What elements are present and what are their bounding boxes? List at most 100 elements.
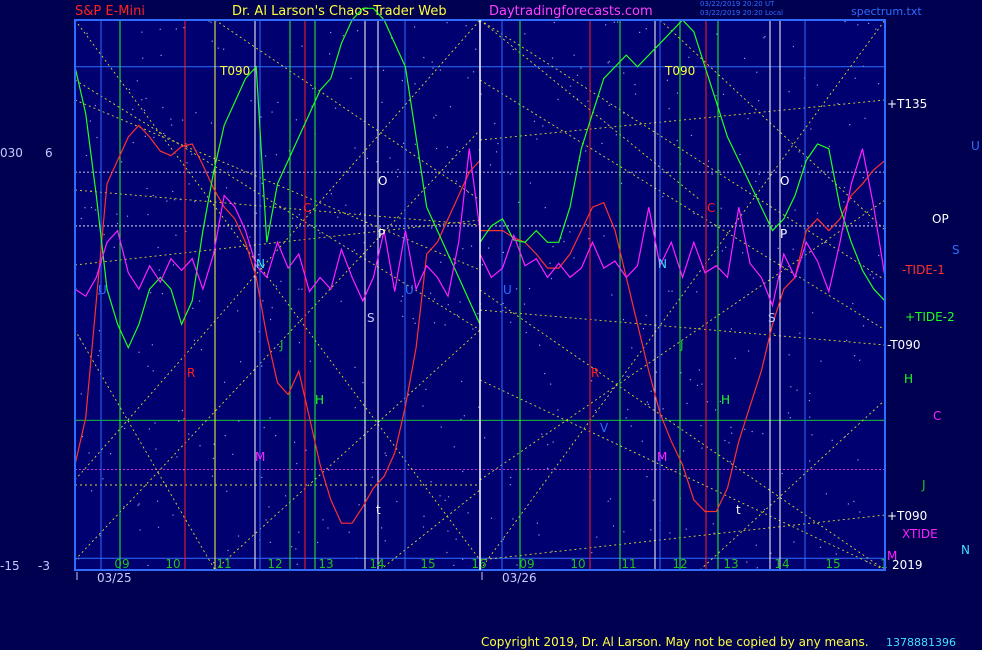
star-dot	[301, 288, 303, 290]
star-dot	[676, 139, 678, 142]
star-dot	[157, 246, 159, 249]
star-dot	[781, 472, 783, 475]
star-dot	[510, 321, 512, 323]
star-dot	[755, 180, 757, 182]
star-dot	[730, 426, 732, 428]
marker-label-o: O	[378, 174, 387, 188]
hour-tick-label: 10	[165, 557, 180, 571]
star-dot	[525, 331, 527, 334]
star-dot	[536, 522, 538, 524]
star-dot	[652, 499, 654, 501]
hour-tick-label: 12	[672, 557, 687, 571]
star-dot	[376, 161, 378, 163]
star-dot	[516, 288, 518, 290]
left-axis-top2-label: 6	[45, 146, 53, 160]
star-dot	[271, 111, 273, 113]
star-dot	[138, 351, 140, 353]
star-dot	[362, 381, 364, 384]
star-dot	[213, 562, 215, 564]
marker-label-r: R	[591, 366, 599, 380]
star-dot	[650, 390, 652, 392]
star-dot	[151, 344, 153, 346]
star-dot	[329, 53, 331, 55]
marker-label-h: H	[315, 393, 324, 407]
star-dot	[465, 25, 467, 27]
star-dot	[819, 546, 822, 548]
star-dot	[544, 372, 546, 375]
star-dot	[412, 317, 414, 320]
right-label: H	[904, 372, 913, 386]
star-dot	[193, 339, 196, 341]
star-dot	[662, 195, 664, 198]
star-dot	[550, 277, 553, 280]
star-dot	[402, 315, 404, 318]
star-dot	[327, 527, 329, 529]
marker-label-m: M	[255, 450, 265, 464]
star-dot	[762, 433, 764, 435]
star-dot	[794, 209, 796, 211]
star-dot	[853, 355, 856, 357]
marker-label-s: S	[768, 311, 776, 325]
star-dot	[844, 21, 846, 23]
star-dot	[237, 310, 239, 312]
star-dot	[455, 180, 458, 182]
star-dot	[615, 134, 618, 136]
date-label: 03/26	[502, 571, 537, 585]
star-dot	[497, 142, 499, 145]
star-dot	[446, 551, 448, 554]
right-label: C	[933, 409, 941, 423]
star-dot	[88, 452, 90, 454]
star-dot	[162, 106, 164, 109]
star-dot	[553, 21, 555, 24]
star-dot	[701, 383, 703, 385]
star-dot	[495, 151, 498, 153]
star-dot	[773, 333, 775, 335]
star-dot	[843, 201, 845, 203]
star-dot	[430, 481, 432, 483]
star-dot	[645, 28, 647, 30]
hour-tick-label: 16	[471, 557, 486, 571]
star-dot	[269, 417, 271, 419]
star-dot	[159, 28, 161, 30]
star-dot	[354, 366, 356, 368]
star-dot	[446, 22, 448, 24]
star-dot	[172, 514, 174, 516]
star-dot	[158, 269, 160, 271]
star-dot	[812, 312, 814, 314]
star-dot	[867, 221, 870, 224]
right-label: +T135	[887, 97, 927, 111]
star-dot	[612, 525, 615, 527]
hour-tick-label: 15	[825, 557, 840, 571]
star-dot	[433, 322, 436, 324]
star-dot	[354, 147, 356, 149]
star-dot	[837, 102, 839, 105]
star-dot	[425, 388, 427, 391]
star-dot	[132, 108, 134, 111]
star-dot	[467, 512, 469, 514]
star-dot	[305, 449, 307, 451]
star-dot	[502, 251, 504, 254]
star-dot	[747, 118, 749, 120]
star-dot	[693, 213, 695, 215]
star-dot	[139, 529, 141, 531]
star-dot	[295, 119, 297, 121]
star-dot	[366, 157, 369, 160]
star-dot	[225, 187, 228, 189]
star-dot	[223, 381, 226, 383]
star-dot	[150, 292, 152, 294]
star-dot	[701, 447, 703, 449]
star-dot	[788, 354, 790, 356]
marker-label-h: H	[721, 393, 730, 407]
star-dot	[688, 56, 690, 58]
star-dot	[502, 302, 504, 305]
star-dot	[715, 95, 717, 97]
star-dot	[172, 190, 174, 193]
star-dot	[590, 380, 593, 382]
star-dot	[617, 21, 619, 23]
star-dot	[755, 544, 757, 546]
star-dot	[573, 257, 575, 259]
star-dot	[573, 54, 575, 56]
star-dot	[173, 199, 176, 201]
star-dot	[764, 35, 766, 38]
star-dot	[853, 500, 855, 503]
